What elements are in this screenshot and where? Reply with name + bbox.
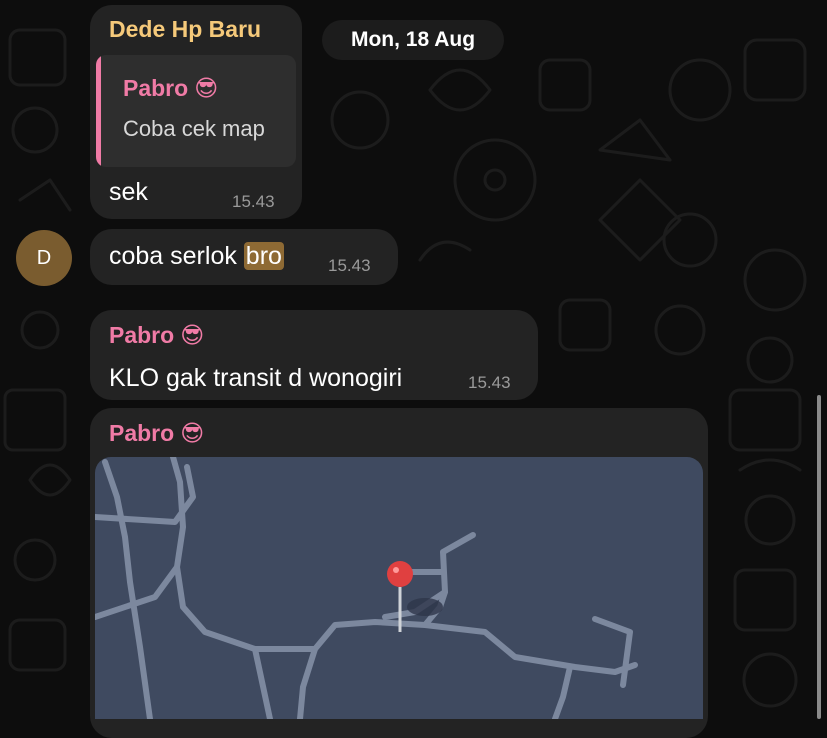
sender-name-text: Pabro	[109, 420, 175, 446]
sender-name[interactable]: Pabro 😎	[109, 420, 204, 447]
reply-sender: Pabro 😎	[123, 75, 218, 102]
scrollbar[interactable]	[817, 395, 821, 719]
message-bubble[interactable]: coba serlok bro 15.43	[90, 229, 398, 285]
reply-quote[interactable]: Pabro 😎 Coba cek map	[96, 55, 296, 167]
avatar[interactable]: D	[16, 230, 72, 286]
sender-name[interactable]: Pabro 😎	[109, 322, 204, 349]
message-time: 15.43	[328, 256, 371, 275]
message-time: 15.43	[232, 192, 275, 211]
search-highlight: bro	[243, 242, 284, 270]
message-bubble[interactable]: Pabro 😎 KLO gak transit d wonogiri 15.43	[90, 310, 538, 400]
sunglasses-emoji-icon: 😎	[180, 322, 205, 348]
message-text-plain: coba serlok	[109, 242, 244, 270]
message-text: sek	[109, 178, 148, 206]
sunglasses-emoji-icon: 😎	[180, 420, 205, 446]
reply-sender-name: Pabro	[123, 75, 189, 101]
message-bubble[interactable]: Dede Hp Baru Pabro 😎 Coba cek map sek 15.…	[90, 5, 302, 219]
message-text: KLO gak transit d wonogiri	[109, 364, 403, 392]
location-map[interactable]	[95, 457, 703, 719]
message-text: coba serlok bro	[109, 242, 284, 271]
map-roads	[95, 457, 638, 719]
reply-text: Coba cek map	[123, 116, 265, 141]
date-divider: Mon, 18 Aug	[322, 20, 504, 60]
sunglasses-emoji-icon: 😎	[194, 75, 219, 101]
message-time: 15.43	[468, 373, 511, 392]
sender-name-text: Pabro	[109, 322, 175, 348]
sender-name[interactable]: Dede Hp Baru	[109, 16, 261, 43]
reply-accent-bar	[96, 55, 101, 167]
